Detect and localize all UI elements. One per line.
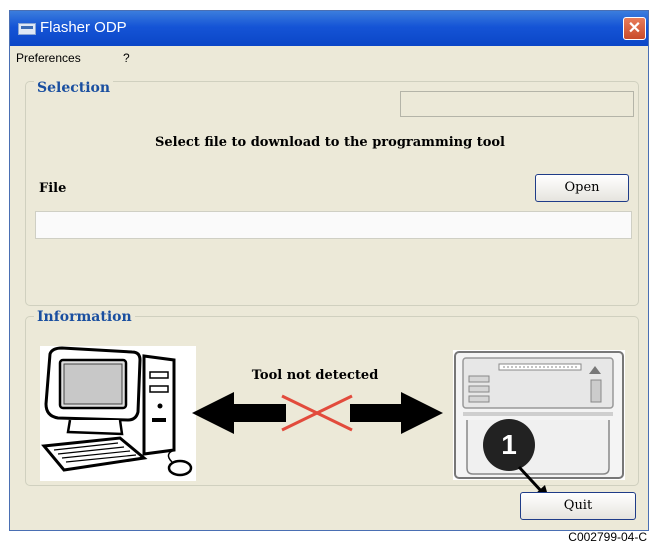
menu-help[interactable]: ? bbox=[123, 51, 130, 65]
app-window: Flasher ODP ✕ Preferences ? Selection Se… bbox=[9, 10, 649, 531]
app-icon bbox=[18, 23, 36, 35]
left-arrow-icon bbox=[192, 392, 286, 434]
disconnected-cross-icon bbox=[281, 394, 353, 432]
select-file-prompt: Select file to download to the programmi… bbox=[155, 135, 505, 150]
menu-bar: Preferences ? bbox=[10, 46, 648, 70]
right-arrow-icon bbox=[350, 392, 443, 434]
status-field bbox=[400, 91, 634, 117]
window-title: Flasher ODP bbox=[40, 19, 127, 36]
programming-tool-icon bbox=[453, 350, 625, 480]
tool-status-text: Tool not detected bbox=[251, 368, 379, 383]
connection-arrows bbox=[192, 392, 443, 434]
menu-preferences[interactable]: Preferences bbox=[16, 51, 81, 65]
quit-button[interactable]: Quit bbox=[520, 492, 636, 520]
selection-group-title: Selection bbox=[34, 80, 114, 96]
title-bar[interactable]: Flasher ODP ✕ bbox=[10, 11, 648, 46]
information-group-title: Information bbox=[34, 309, 135, 325]
figure-code: C002799-04-C bbox=[568, 530, 647, 544]
file-label: File bbox=[39, 181, 67, 196]
computer-icon bbox=[40, 346, 196, 481]
open-button[interactable]: Open bbox=[535, 174, 629, 202]
close-button[interactable]: ✕ bbox=[623, 17, 646, 40]
file-path-input[interactable] bbox=[35, 211, 632, 239]
